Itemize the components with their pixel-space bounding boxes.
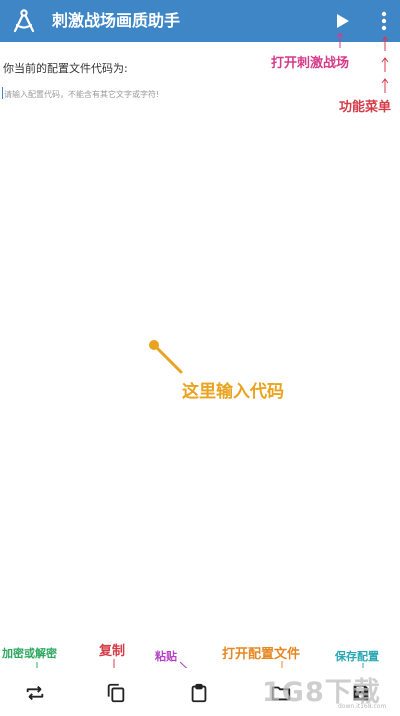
annotation-open-game: 打开刺激战场 <box>271 56 350 71</box>
paste-button[interactable] <box>184 678 214 708</box>
annotation-paste: 粘贴 <box>155 650 177 663</box>
more-vert-icon[interactable] <box>372 9 396 33</box>
app-title: 刺激战场画质助手 <box>52 11 181 30</box>
text-caret <box>2 87 3 99</box>
swap-icon <box>26 685 44 701</box>
watermark: 1G8下载 down.it168.com <box>252 668 400 716</box>
config-code-label: 你当前的配置文件代码为: <box>3 62 128 75</box>
play-icon[interactable] <box>330 9 354 33</box>
watermark-url: down.it168.com <box>338 703 387 710</box>
app-bar: 刺激战场画质助手 <box>0 0 400 42</box>
copy-button[interactable] <box>101 678 131 708</box>
annotation-encrypt-decrypt: 加密或解密 <box>2 647 57 660</box>
clipboard-icon <box>191 683 207 703</box>
annotation-open-config: 打开配置文件 <box>222 647 301 662</box>
copy-icon <box>107 683 125 703</box>
annotation-copy: 复制 <box>99 644 126 659</box>
compass-app-icon <box>13 9 35 33</box>
annotation-menu: 功能菜单 <box>339 100 392 115</box>
encrypt-decrypt-button[interactable] <box>20 678 50 708</box>
config-code-input[interactable] <box>2 84 396 104</box>
annotation-enter-code: 这里输入代码 <box>182 382 284 402</box>
annotation-save-config: 保存配置 <box>335 650 379 663</box>
